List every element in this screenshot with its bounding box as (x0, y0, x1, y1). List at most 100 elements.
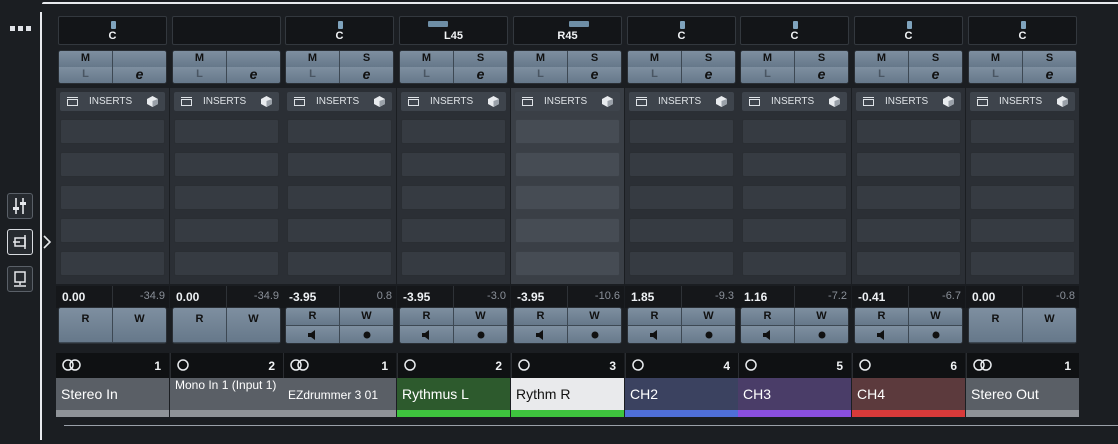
peak-value[interactable]: -6.7 (942, 290, 961, 302)
listen-button[interactable]: L (855, 67, 909, 83)
write-automation-button[interactable]: W (568, 308, 621, 326)
channel-name-field[interactable]: CH3 (738, 378, 851, 410)
listen-button[interactable]: L (969, 67, 1023, 83)
chevron-right-icon[interactable] (42, 235, 52, 249)
mute-button[interactable]: M (741, 51, 795, 68)
pan-control[interactable]: C (627, 16, 736, 45)
peak-value[interactable]: -34.9 (254, 290, 279, 302)
channel-name-field[interactable]: Rythm R (511, 378, 624, 410)
read-automation-button[interactable]: R (173, 308, 227, 343)
insert-slot[interactable] (60, 185, 165, 210)
peak-value[interactable]: -0.8 (1056, 290, 1075, 302)
channel-strip[interactable]: R45 M S Le INSERTS -3.95 -10.6 R W 3 Rythm R (511, 14, 624, 418)
inserts-header[interactable]: INSERTS (174, 92, 279, 111)
mute-button[interactable]: M (628, 51, 682, 68)
insert-slot[interactable] (287, 185, 392, 210)
inserts-header[interactable]: INSERTS (287, 92, 392, 111)
insert-slot[interactable] (174, 152, 279, 177)
pan-control[interactable]: L45 (399, 16, 508, 45)
write-automation-button[interactable]: W (682, 308, 735, 326)
channel-name-field[interactable]: EZdrummer 3 01 (283, 378, 396, 410)
horizontal-scrollbar[interactable] (64, 425, 1118, 426)
insert-slot[interactable] (60, 119, 165, 144)
insert-slot[interactable] (856, 251, 961, 276)
insert-slot[interactable] (287, 251, 392, 276)
edit-channel-button[interactable]: e (113, 67, 166, 83)
peak-value[interactable]: -7.2 (828, 290, 847, 302)
insert-slot[interactable] (629, 119, 734, 144)
channel-strip[interactable]: M Le INSERTS 0.00 -34.9 R W 2 Mono In 1 (Input 1… (170, 14, 283, 418)
listen-button[interactable]: L (400, 67, 454, 83)
channel-strip[interactable]: C M S Le INSERTS 0.00 -0.8 R W 1 Stereo Out (966, 14, 1079, 418)
channel-strip[interactable]: C M S Le INSERTS 1.85 -9.3 R W 4 CH2 (625, 14, 738, 418)
mute-button[interactable]: M (173, 51, 227, 68)
monitor-button[interactable] (741, 326, 795, 343)
channel-strip[interactable]: C M S Le INSERTS -0.41 -6.7 R W 6 CH4 (852, 14, 965, 418)
read-automation-button[interactable]: R (855, 308, 909, 326)
channel-name-field[interactable]: Mono In 1 (Input 1) (170, 378, 283, 410)
channel-strip[interactable]: C M S Le INSERTS 1.16 -7.2 R W 5 CH3 (738, 14, 851, 418)
insert-slot[interactable] (856, 218, 961, 243)
monitor-button[interactable] (286, 326, 340, 343)
volume-value[interactable]: 1.85 (631, 290, 654, 304)
read-automation-button[interactable]: R (400, 308, 454, 326)
insert-slot[interactable] (401, 218, 506, 243)
insert-slot[interactable] (742, 119, 847, 144)
volume-value[interactable]: 0.00 (62, 290, 85, 304)
volume-value[interactable]: -0.41 (858, 290, 885, 304)
pan-control[interactable]: C (285, 16, 394, 45)
insert-slot[interactable] (856, 185, 961, 210)
inserts-header[interactable]: INSERTS (401, 92, 506, 111)
write-automation-button[interactable]: W (909, 308, 962, 326)
insert-slot[interactable] (174, 251, 279, 276)
inserts-header[interactable]: INSERTS (856, 92, 961, 111)
edit-channel-button[interactable]: e (909, 67, 962, 83)
volume-value[interactable]: 0.00 (972, 290, 995, 304)
insert-slot[interactable] (174, 119, 279, 144)
inserts-header[interactable]: INSERTS (629, 92, 734, 111)
pan-control[interactable]: R45 (513, 16, 622, 45)
edit-channel-button[interactable]: e (568, 67, 621, 83)
read-automation-button[interactable]: R (59, 308, 113, 343)
listen-button[interactable]: L (741, 67, 795, 83)
pan-control[interactable]: C (854, 16, 963, 45)
read-automation-button[interactable]: R (514, 308, 568, 326)
mute-button[interactable]: M (969, 51, 1023, 68)
channel-name-field[interactable]: CH2 (625, 378, 738, 410)
edit-channel-button[interactable]: e (340, 67, 393, 83)
inserts-header[interactable]: INSERTS (742, 92, 847, 111)
insert-slot[interactable] (60, 251, 165, 276)
insert-slot[interactable] (401, 251, 506, 276)
insert-slot[interactable] (287, 218, 392, 243)
peak-value[interactable]: -10.6 (595, 290, 620, 302)
insert-slot[interactable] (401, 119, 506, 144)
mute-button[interactable]: M (59, 51, 113, 68)
monitor-button[interactable] (400, 326, 454, 343)
edit-channel-button[interactable]: e (454, 67, 507, 83)
mute-button[interactable]: M (855, 51, 909, 68)
mixer-faders-button[interactable] (7, 193, 33, 219)
read-automation-button[interactable]: R (741, 308, 795, 326)
write-automation-button[interactable]: W (795, 308, 848, 326)
mute-button[interactable]: M (514, 51, 568, 68)
read-automation-button[interactable]: R (628, 308, 682, 326)
insert-slot[interactable] (970, 119, 1075, 144)
insert-slot[interactable] (60, 218, 165, 243)
record-button[interactable] (909, 326, 962, 343)
insert-slot[interactable] (287, 119, 392, 144)
channel-strip[interactable]: L45 M S Le INSERTS -3.95 -3.0 R W 2 Rythmus L (397, 14, 510, 418)
monitor-button[interactable] (628, 326, 682, 343)
write-automation-button[interactable]: W (454, 308, 507, 326)
insert-slot[interactable] (287, 152, 392, 177)
insert-slot[interactable] (742, 152, 847, 177)
more-options-icon[interactable] (9, 24, 31, 32)
listen-button[interactable]: L (173, 67, 227, 83)
mute-button[interactable]: M (400, 51, 454, 68)
edit-channel-button[interactable]: e (227, 67, 280, 83)
insert-slot[interactable] (401, 185, 506, 210)
listen-button[interactable]: L (59, 67, 113, 83)
mute-button[interactable]: M (286, 51, 340, 68)
insert-slot[interactable] (970, 218, 1075, 243)
inserts-header[interactable]: INSERTS (515, 92, 620, 111)
volume-value[interactable]: -3.95 (289, 290, 316, 304)
